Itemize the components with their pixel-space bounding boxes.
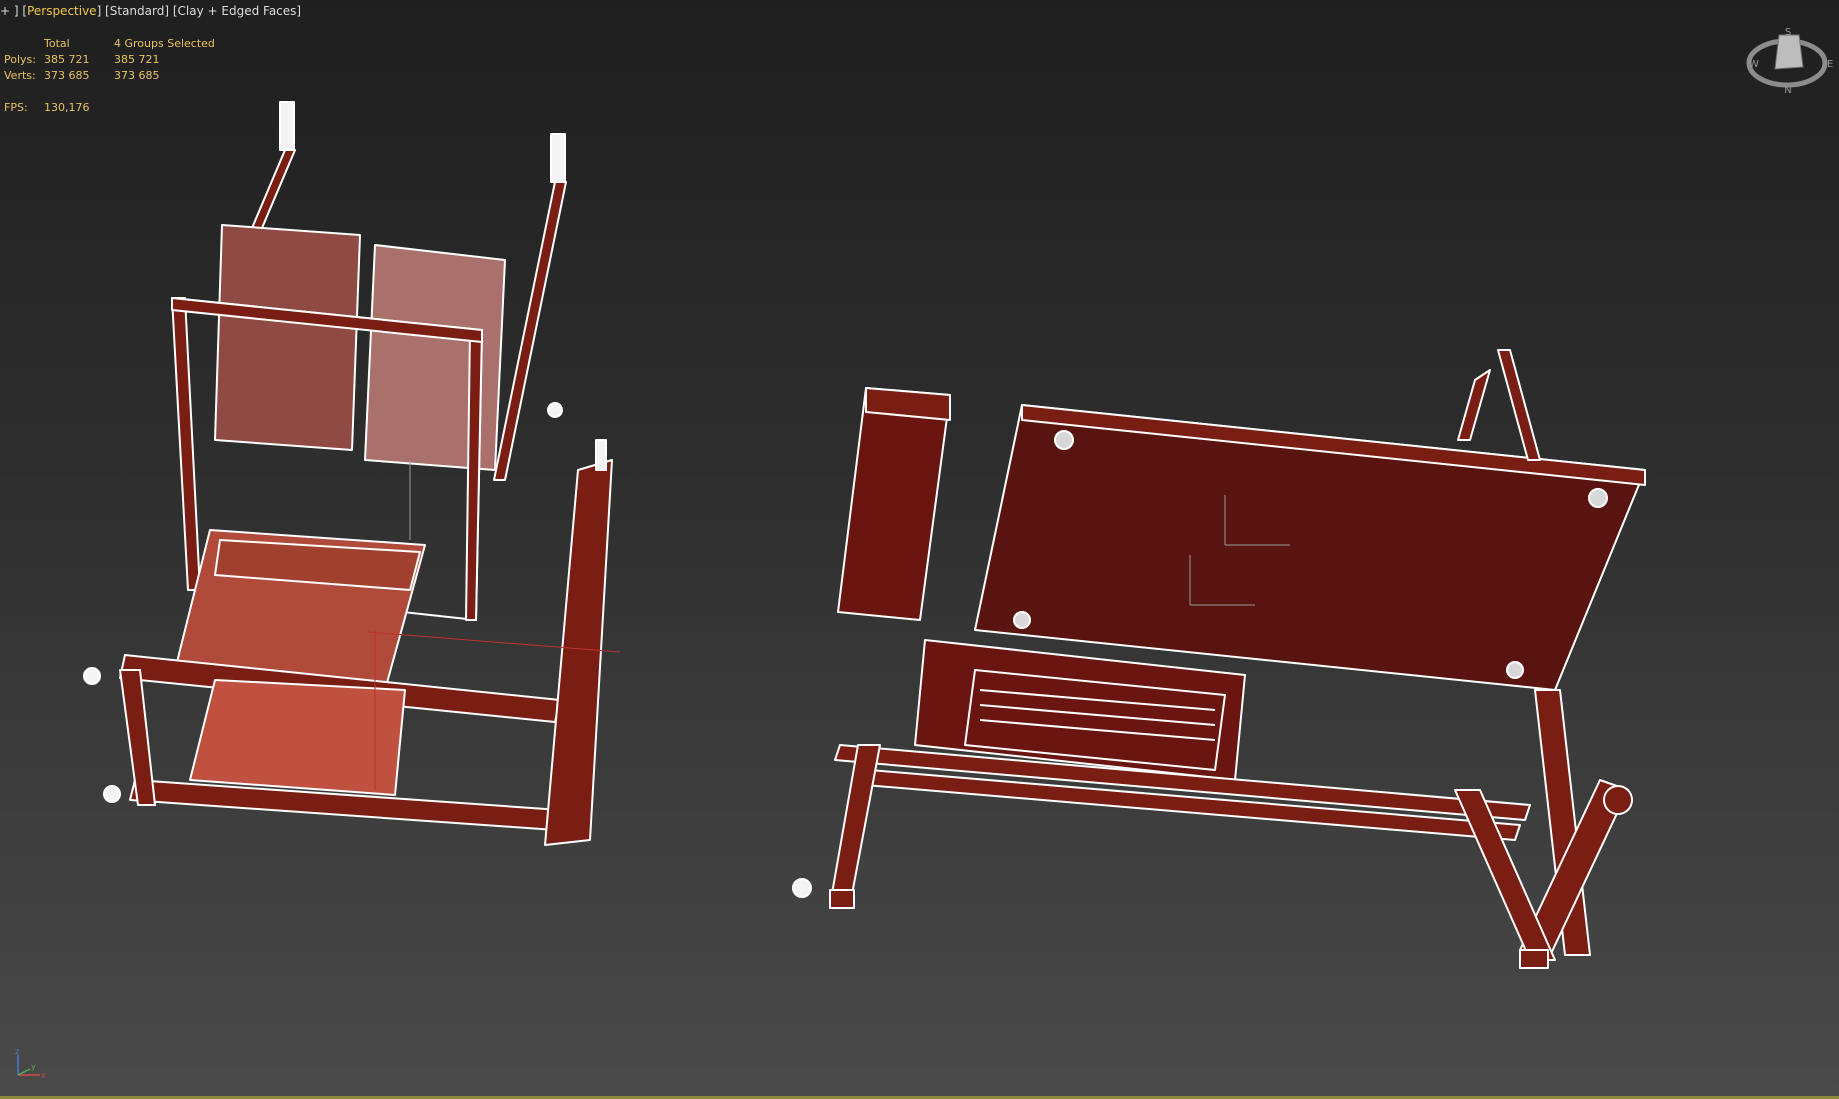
viewcube-s-label: S — [1785, 27, 1791, 38]
perspective-viewport[interactable]: + ] [Perspective] [Standard] [Clay + Edg… — [0, 0, 1839, 1099]
scene-geometry[interactable] — [0, 0, 1839, 1099]
viewcube-n-label: N — [1784, 85, 1791, 96]
axis-y-label: y — [31, 1062, 36, 1071]
viewcube-icon[interactable]: S N W E — [1745, 25, 1835, 97]
axis-z-label: z — [15, 1047, 19, 1056]
model-right-bed[interactable] — [792, 349, 1646, 969]
axis-tripod-icon: x z y — [15, 1047, 46, 1080]
model-left-frame[interactable] — [83, 101, 613, 846]
viewcube-w-label: W — [1749, 59, 1759, 70]
axis-x-label: x — [41, 1071, 46, 1080]
viewcube-e-label: E — [1827, 59, 1833, 70]
